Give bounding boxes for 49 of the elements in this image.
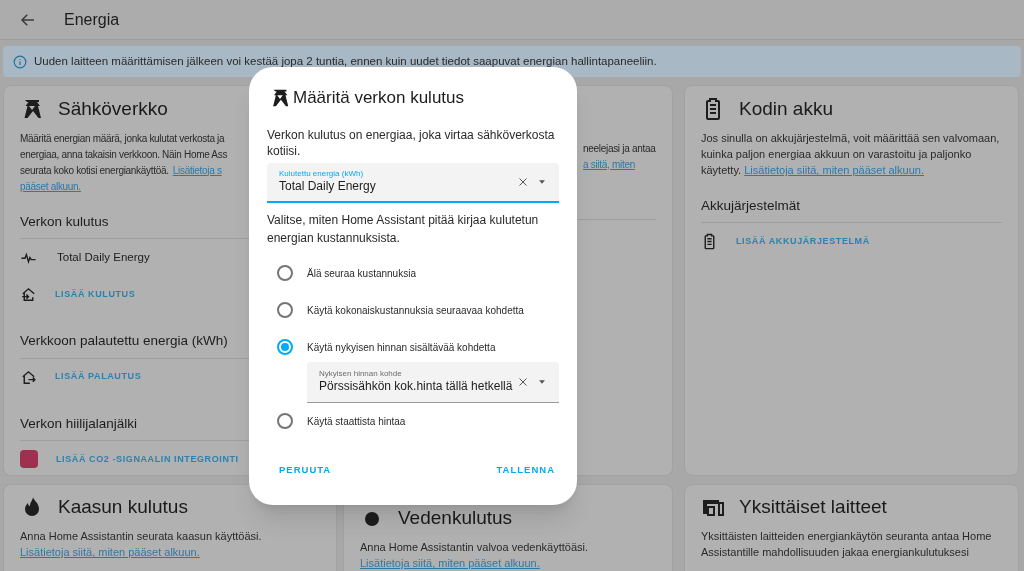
add-link[interactable]: LISÄÄ KULUTUS bbox=[55, 288, 136, 302]
card-title: Sähköverkko bbox=[58, 96, 168, 121]
description-text: energiaa, anna takaisin verkkoon. Näin Home Ass bbox=[20, 147, 228, 162]
description-text: neelejasi ja antaa bbox=[583, 141, 656, 156]
info-text: Uuden laitteen määrittämisen jälkeen voi kestää jopa 2 tuntia, ennen kuin uudet tiedot saapuvat energian hallintapaneeliin. bbox=[34, 53, 657, 69]
house-export-icon bbox=[20, 368, 37, 386]
description-text: Määritä energian määrä, jonka kulutat verkosta ja bbox=[20, 131, 225, 146]
learn-more-link[interactable]: Lisätietoja siitä, miten pääset alkuun. bbox=[20, 546, 200, 558]
dialog-button[interactable]: PERUUTA bbox=[267, 456, 344, 483]
radio-label: Käytä kokonaiskustannuksia seuraavaa kohdetta bbox=[307, 303, 524, 318]
card-description: Anna Home Assistantin valvoa vedenkäyttöäsi. Lisätietoja siitä, miten pääset alkuun. bbox=[360, 540, 590, 571]
learn-more-link[interactable]: Lisätietoja s bbox=[172, 162, 222, 178]
dialog-button[interactable]: TALLENNA bbox=[484, 456, 567, 483]
radio-button[interactable] bbox=[277, 265, 293, 281]
co2-signal-logo bbox=[20, 450, 38, 469]
page-title: Energia bbox=[64, 9, 120, 30]
dialog-text: Verkon kulutus on energiaa, joka virtaa sähköverkosta kotiisi. bbox=[267, 126, 556, 159]
card-title: Kaasun kulutus bbox=[58, 494, 188, 519]
card-title: Yksittäiset laitteet bbox=[739, 494, 887, 519]
house-import-icon bbox=[20, 286, 37, 304]
field-value: Pörssisähkön kok.hinta tällä hetkellä bbox=[319, 379, 514, 394]
card-description: Yksittäisten laitteiden energiankäytön seuranta antaa Home Assistantille mahdollisuuden jakaa energiankulutuksesi bbox=[701, 529, 993, 560]
clear-icon[interactable] bbox=[517, 175, 529, 188]
add-link[interactable]: LISÄÄ AKKUJÄRJESTELMÄ bbox=[736, 235, 870, 249]
info-icon bbox=[13, 54, 27, 69]
field-value: Total Daily Energy bbox=[279, 179, 377, 194]
radio-button[interactable] bbox=[277, 413, 293, 429]
description-text: seurata koko kotisi energiankäyttöä. bbox=[20, 163, 169, 178]
learn-more-link[interactable]: Lisätietoja siitä, miten pääset alkuun. bbox=[360, 557, 540, 569]
card-title: Kodin akku bbox=[739, 96, 833, 121]
learn-more-link[interactable]: a siitä, miten bbox=[583, 156, 635, 172]
radio-button[interactable] bbox=[277, 302, 293, 318]
learn-more-link[interactable]: pääset alkuun. bbox=[20, 178, 81, 194]
card-title: Vedenkulutus bbox=[398, 505, 513, 530]
field-label: Nykyisen hinnan kohde bbox=[319, 369, 403, 379]
card-description: Jos sinulla on akkujärjestelmä, voit määrittää sen valvomaan, kuinka paljon energiaa akkuun on varastoitu ja paljonko käytetty. Lisätietoja siitä, miten pääset alkuun. bbox=[701, 131, 1001, 178]
dialog-title: Määritä verkon kulutus bbox=[293, 87, 465, 109]
select-field[interactable]: Kulutettu energia (kWh) Total Daily Energy bbox=[267, 162, 559, 203]
learn-more-link[interactable]: Lisätietoja siitä, miten pääset alkuun. bbox=[744, 164, 924, 176]
card-description: Anna Home Assistantin seurata kaasun käyttöäsi. Lisätietoja siitä, miten pääset alkuun. bbox=[20, 529, 263, 560]
radio-button[interactable] bbox=[277, 339, 293, 355]
field-label: Kulutettu energia (kWh) bbox=[279, 169, 365, 179]
clear-icon[interactable] bbox=[517, 375, 529, 388]
select-field[interactable]: Nykyisen hinnan kohde Pörssisähkön kok.hinta tällä hetkellä bbox=[307, 361, 559, 403]
radio-label: Älä seuraa kustannuksia bbox=[307, 266, 416, 281]
section-heading: Akkujärjestelmät bbox=[701, 196, 1002, 224]
entity-name: Total Daily Energy bbox=[57, 250, 150, 266]
add-link[interactable]: LISÄÄ CO2 -SIGNAALIN INTEGROINTI bbox=[56, 452, 239, 466]
add-link[interactable]: LISÄÄ PALAUTUS bbox=[55, 370, 142, 384]
